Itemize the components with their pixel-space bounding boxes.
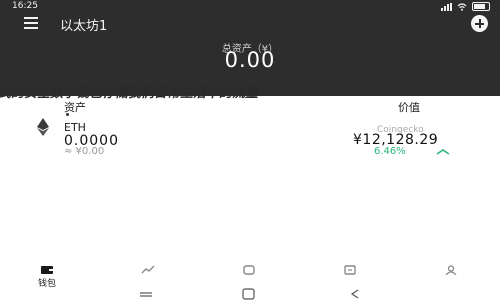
value-column-header: 价值: [398, 101, 420, 114]
system-nav-bar: [0, 286, 500, 300]
status-icons: [441, 2, 490, 11]
battery-icon: [472, 2, 490, 11]
nav-item-profile[interactable]: [431, 262, 471, 286]
eth-logo-icon: [37, 118, 49, 136]
home-icon[interactable]: [242, 288, 255, 300]
nav-item-exchange[interactable]: [330, 262, 370, 286]
trend-up-icon: [436, 149, 450, 155]
wallet-name[interactable]: 以太坊1: [60, 15, 107, 34]
market-icon: [141, 265, 155, 274]
exchange-icon: [344, 265, 356, 275]
bottom-nav: 钱包: [0, 262, 500, 289]
status-bar: 16:25: [0, 0, 500, 12]
price-change: 6.46%: [374, 146, 406, 157]
token-fiat-value: ≈ ¥0.00: [64, 146, 105, 157]
signal-icon: [441, 2, 452, 11]
status-time: 16:25: [12, 1, 38, 11]
wifi-icon: [457, 2, 467, 11]
total-balance: 0.00: [224, 48, 276, 72]
top-bar: 以太坊1: [0, 12, 500, 34]
discover-icon: [243, 265, 255, 275]
nav-item-market[interactable]: [128, 262, 168, 286]
add-token-icon[interactable]: [471, 15, 488, 32]
wallet-icon: [41, 266, 53, 274]
indicator-dot: [66, 113, 69, 116]
wallet-header: 16:25 以太坊1 总资产（¥） 0.00: [0, 0, 500, 96]
profile-icon: [445, 265, 457, 275]
menu-icon[interactable]: [24, 17, 38, 29]
recent-apps-icon[interactable]: [140, 292, 152, 297]
nav-item-wallet[interactable]: 钱包: [27, 262, 67, 289]
nav-item-discover[interactable]: [229, 262, 269, 286]
system-nav-icons: [140, 288, 359, 300]
back-icon[interactable]: [350, 289, 359, 299]
